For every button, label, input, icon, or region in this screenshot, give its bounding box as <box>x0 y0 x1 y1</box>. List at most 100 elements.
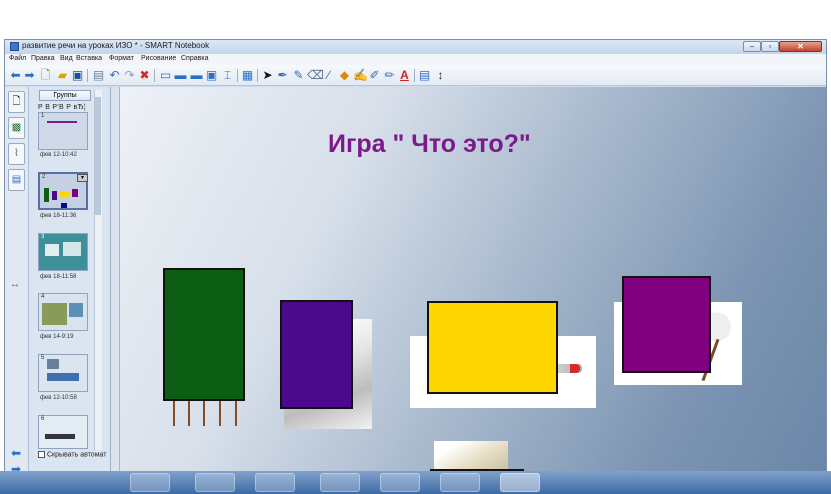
taskbar-item[interactable] <box>195 473 235 492</box>
eraser-icon[interactable]: ⌫ <box>307 69 324 82</box>
undo-icon[interactable]: ↶ <box>108 69 121 82</box>
pen-icon[interactable]: ✒ <box>276 69 289 82</box>
thumbnail-preview <box>69 303 83 317</box>
thumbnail-preview <box>45 244 59 256</box>
page-icon: 🗋 <box>12 96 21 107</box>
shape-icon[interactable]: ◆ <box>338 69 351 82</box>
menu-help[interactable]: Справка <box>181 55 208 62</box>
page-thumbnail-5[interactable]: 5 <box>38 354 88 392</box>
save-icon[interactable]: ▣ <box>71 69 84 82</box>
menu-edit[interactable]: Правка <box>31 55 55 62</box>
thumbnail-date: фев 12-10:42 <box>40 152 77 158</box>
thumbnail-preview <box>47 373 79 381</box>
creative-pen-icon[interactable]: ✎ <box>292 69 305 82</box>
page-thumbnail-6[interactable]: 6 <box>38 415 88 449</box>
redo-icon[interactable]: ↷ <box>123 69 136 82</box>
sorter-scroll-thumb[interactable] <box>95 97 101 215</box>
maximize-button[interactable]: ▫ <box>761 41 779 52</box>
thumbnail-preview <box>60 191 69 198</box>
thumbnail-date: фев 18-11:58 <box>40 274 77 280</box>
thumbnail-menu-icon[interactable]: ▾ <box>77 174 88 182</box>
menu-file[interactable]: Файл <box>9 55 26 62</box>
indigo-cover-card[interactable] <box>280 300 353 409</box>
green-cover-card[interactable] <box>163 268 245 401</box>
stick <box>173 400 175 426</box>
thumbnail-number: 4 <box>41 294 45 300</box>
app-icon <box>10 42 19 51</box>
page-thumbnail-3[interactable]: 3 <box>38 233 88 271</box>
toolbar-separator <box>87 69 88 82</box>
money-image[interactable] <box>434 441 508 471</box>
back-arrow-icon[interactable]: ⬅ <box>9 69 22 82</box>
thumbnail-preview <box>47 121 77 123</box>
title-bar[interactable]: развитие речи на уроках ИЗО * - SMART No… <box>5 40 826 54</box>
properties-tab[interactable]: ▤ <box>8 169 25 191</box>
thumbnail-preview <box>47 359 59 369</box>
menu-format[interactable]: Формат <box>109 55 134 62</box>
menu-insert[interactable]: Вставка <box>76 55 102 62</box>
window-title: развитие речи на уроках ИЗО * - SMART No… <box>22 41 210 50</box>
move-sidebar-icon[interactable]: ↔ <box>10 279 20 290</box>
properties-icon[interactable]: ▤ <box>418 69 431 82</box>
shape-recognition-pen-icon[interactable]: ✏ <box>383 69 396 82</box>
taskbar-item[interactable] <box>130 473 170 492</box>
capture-icon[interactable]: ▣ <box>205 69 218 82</box>
text-icon[interactable]: A <box>398 69 411 82</box>
screen-shade-icon[interactable]: ▭ <box>159 69 172 82</box>
toolbar-separator <box>414 69 415 82</box>
purple-cover-card[interactable] <box>622 276 711 373</box>
page-thumbnail-2[interactable]: 2 ▾ <box>38 172 88 210</box>
autohide-checkbox[interactable]: Скрывать автомат <box>38 451 106 458</box>
gallery-icon: ▩ <box>11 122 22 133</box>
open-folder-icon[interactable]: ▰ <box>56 69 69 82</box>
gallery-tab[interactable]: ▩ <box>8 117 25 139</box>
forward-arrow-icon[interactable]: ➡ <box>23 69 36 82</box>
blank-page-icon[interactable]: 🗋 <box>39 69 52 82</box>
menu-bar: Файл Правка Вид Вставка Формат Рисование… <box>5 54 826 65</box>
slide-canvas[interactable]: Игра " Что это?" <box>120 87 826 471</box>
line-icon[interactable]: ∕ <box>322 69 335 82</box>
prev-page-icon[interactable]: ⬅ <box>9 447 23 459</box>
sticks-image[interactable] <box>169 400 241 426</box>
paste-icon[interactable]: ▤ <box>92 69 105 82</box>
stick <box>219 400 221 426</box>
thumbnail-number: 1 <box>41 113 45 119</box>
fill-icon[interactable]: ✍ <box>353 69 368 82</box>
toolbar: ⬅ ➡ 🗋 ▰ ▣ ▤ ↶ ↷ ✖ ▭ ▬ ▬ ▣ ⌶ ▦ ➤ ✒ ✎ ⌫ ∕ … <box>5 65 826 86</box>
magic-pen-icon[interactable]: ✐ <box>368 69 381 82</box>
taskbar-item[interactable] <box>380 473 420 492</box>
slide-title[interactable]: Игра " Что это?" <box>328 130 531 159</box>
smart-notebook-window: развитие речи на уроках ИЗО * - SMART No… <box>4 39 827 491</box>
close-button[interactable]: ✕ <box>779 41 822 52</box>
page-sorter-tab[interactable]: 🗋 <box>8 91 25 113</box>
table-icon[interactable]: ▦ <box>241 69 254 82</box>
stick <box>188 400 190 426</box>
minimize-button[interactable]: – <box>743 41 761 52</box>
group-label: Р В Р'В Р вЂ¦ <box>38 104 86 111</box>
thumbnail-number: 5 <box>41 355 45 361</box>
attachments-tab[interactable]: ⌇ <box>8 143 25 165</box>
dual-display-icon[interactable]: ▬ <box>190 69 203 82</box>
document-camera-icon[interactable]: ⌶ <box>221 69 234 82</box>
more-icon[interactable]: ↕ <box>434 69 447 82</box>
thumbnail-preview <box>72 189 78 197</box>
taskbar-item[interactable] <box>320 473 360 492</box>
delete-icon[interactable]: ✖ <box>138 69 151 82</box>
groups-button[interactable]: Группы <box>39 90 91 101</box>
thumbnail-date: фев 18-11:36 <box>40 213 77 219</box>
taskbar-item-notebook[interactable] <box>500 473 540 492</box>
yellow-cover-card[interactable] <box>427 301 558 394</box>
select-icon[interactable]: ➤ <box>261 69 274 82</box>
checkbox-box[interactable] <box>38 451 45 458</box>
stick <box>235 400 237 426</box>
page-sorter: Группы Р В Р'В Р вЂ¦ 1 фев 12-10:42 2 ▾ … <box>29 87 111 471</box>
taskbar-item[interactable] <box>440 473 480 492</box>
full-screen-icon[interactable]: ▬ <box>174 69 187 82</box>
page-thumbnail-1[interactable]: 1 <box>38 112 88 150</box>
sorter-splitter[interactable] <box>111 87 120 471</box>
side-tab-strip: 🗋 ▩ ⌇ ▤ ↔ ⬅ ➡ ⊕ ✖ <box>5 87 29 491</box>
menu-draw[interactable]: Рисование <box>141 55 176 62</box>
menu-view[interactable]: Вид <box>60 55 73 62</box>
page-thumbnail-4[interactable]: 4 <box>38 293 88 331</box>
taskbar-item[interactable] <box>255 473 295 492</box>
